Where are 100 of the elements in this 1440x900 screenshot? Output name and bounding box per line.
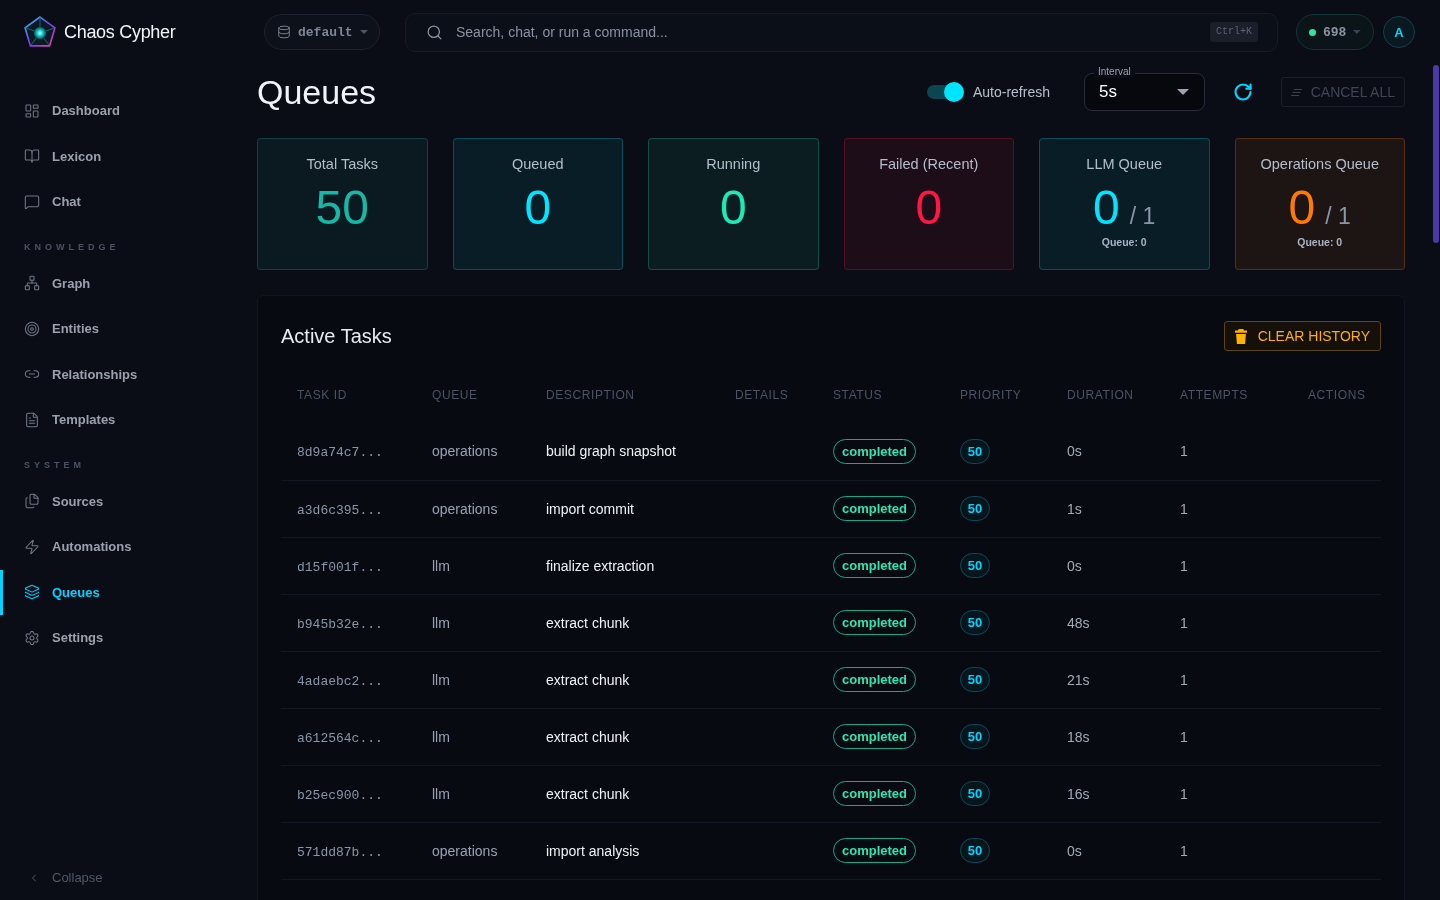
settings-icon <box>24 629 40 646</box>
nav-item[interactable]: Dashboard <box>0 88 240 134</box>
column-header: ACTIONS <box>1308 387 1366 402</box>
task-id: 8d9a74c7... <box>297 445 383 461</box>
attempts-count: 1 <box>1180 614 1188 631</box>
duration-text: 1s <box>1067 500 1082 517</box>
priority-badge: 50 <box>960 781 990 806</box>
section-title: KNOWLEDGE <box>24 241 120 253</box>
stat-value: 0 <box>1093 181 1120 235</box>
stat-value: 0 <box>719 181 747 235</box>
hierarchy-icon <box>24 275 40 292</box>
nav-item[interactable]: Settings <box>0 615 240 661</box>
stat-note: Queue: 0 <box>1297 236 1343 248</box>
grid-icon <box>24 102 40 119</box>
trash-icon <box>1234 328 1247 344</box>
column-header: DESCRIPTION <box>546 387 635 402</box>
refresh-icon <box>1233 82 1253 102</box>
task-description: extract chunk <box>546 614 630 631</box>
avatar[interactable]: A <box>1383 16 1415 48</box>
refresh-button[interactable] <box>1232 81 1254 103</box>
stat-note: Queue: 0 <box>1101 236 1147 248</box>
task-description: import analysis <box>546 842 640 859</box>
duration-text: 21s <box>1067 671 1090 688</box>
status-dot-icon <box>1309 28 1316 36</box>
column-header: PRIORITY <box>960 387 1022 402</box>
queue-name: operations <box>432 500 498 517</box>
duration-text: 0s <box>1067 557 1082 574</box>
queue-name: llm <box>432 614 450 631</box>
scrollbar-thumb[interactable] <box>1433 65 1439 243</box>
lines-icon <box>1291 86 1302 98</box>
stat-value: 0 <box>524 181 552 235</box>
priority-badge: 50 <box>960 610 990 635</box>
column-header: QUEUE <box>432 387 478 402</box>
column-header: ATTEMPTS <box>1180 387 1248 402</box>
duration-text: 18s <box>1067 728 1090 745</box>
attempts-count: 1 <box>1180 557 1188 574</box>
nav-item[interactable]: Lexicon <box>0 133 240 179</box>
section-title: SYSTEM <box>24 459 85 471</box>
task-description: finalize extraction <box>546 557 655 574</box>
queue-name: llm <box>432 557 450 574</box>
book-icon <box>24 148 40 165</box>
nav-item[interactable]: Templates <box>0 397 240 443</box>
task-id: 4adaebc2... <box>297 673 383 689</box>
task-id: b25ec900... <box>297 787 383 803</box>
nav-item[interactable]: Relationships <box>0 351 240 397</box>
attempts-count: 1 <box>1180 842 1188 859</box>
chat-bubble-icon <box>24 193 40 210</box>
caret-icon <box>1353 30 1361 34</box>
search-icon <box>426 23 443 41</box>
priority-badge: 50 <box>960 496 990 521</box>
document-icon <box>24 411 40 428</box>
nav-item[interactable]: Graph <box>0 260 240 306</box>
column-header: STATUS <box>833 387 883 402</box>
layers-icon <box>24 584 40 601</box>
workspace-selector[interactable]: default <box>264 14 380 50</box>
queue-name: llm <box>432 728 450 745</box>
files-icon <box>24 493 40 510</box>
stat-label: Queued <box>511 155 564 174</box>
priority-badge: 50 <box>960 667 990 692</box>
status-counter[interactable]: 698 <box>1296 14 1374 50</box>
duration-text: 16s <box>1067 785 1090 802</box>
task-id: d15f001f... <box>297 559 383 575</box>
priority-badge: 50 <box>960 553 990 578</box>
queue-name: operations <box>432 842 498 859</box>
task-id: b945b32e... <box>297 616 383 632</box>
stat-value: 0 <box>1288 181 1316 235</box>
task-id: a3d6c395... <box>297 502 383 518</box>
queue-name: llm <box>432 671 450 688</box>
toggle-label: Auto-refresh <box>972 84 1050 100</box>
stat-label: Running <box>706 155 761 174</box>
stat-capacity: / 1 <box>1129 203 1156 230</box>
task-description: extract chunk <box>546 785 630 802</box>
nav-item[interactable]: Entities <box>0 306 240 352</box>
database-icon <box>277 25 291 39</box>
duration-text: 0s <box>1067 842 1082 859</box>
nav-item[interactable]: Sources <box>0 478 240 524</box>
caret-icon <box>1177 89 1189 95</box>
stat-value: 50 <box>315 181 369 235</box>
task-id: 571dd87b... <box>297 844 383 860</box>
task-description: extract chunk <box>546 671 630 688</box>
queue-name: operations <box>432 443 498 460</box>
attempts-count: 1 <box>1180 500 1188 517</box>
attempts-count: 1 <box>1180 728 1188 745</box>
task-description: extract chunk <box>546 728 630 745</box>
stat-label: LLM Queue <box>1086 155 1163 174</box>
duration-text: 48s <box>1067 614 1090 631</box>
queue-name: llm <box>432 785 450 802</box>
clear-history-button[interactable]: CLEAR HISTORY <box>1223 321 1381 351</box>
toggle-switch[interactable] <box>925 82 964 102</box>
lightning-icon <box>24 538 40 555</box>
panel-title: Active Tasks <box>281 324 392 348</box>
priority-badge: 50 <box>960 724 990 749</box>
column-header: TASK ID <box>297 387 347 402</box>
nav-item[interactable]: Queues <box>0 569 240 615</box>
stat-label: Operations Queue <box>1260 155 1379 174</box>
logo-icon <box>24 16 56 48</box>
attempts-count: 1 <box>1180 671 1188 688</box>
page-title: Queues <box>257 72 377 112</box>
nav-item[interactable]: Automations <box>0 524 240 570</box>
nav-item[interactable]: Chat <box>0 179 240 225</box>
